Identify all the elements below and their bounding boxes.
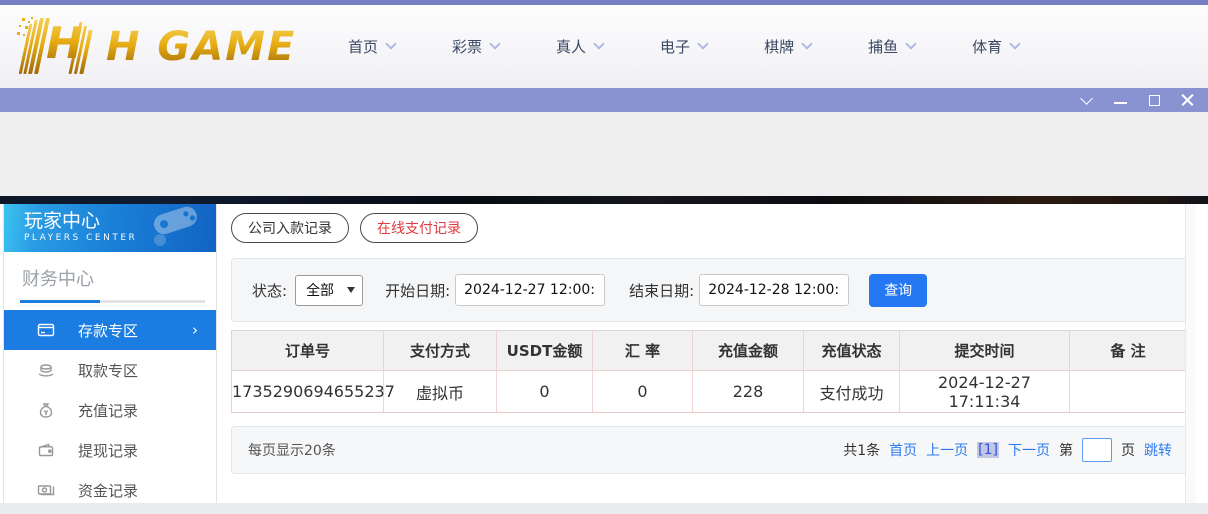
filter-panel: 状态: 全部 开始日期: 结束日期: 查询 [231,258,1189,322]
payment-records-table: 订单号 支付方式 USDT金额 汇 率 充值金额 充值状态 提交时间 备 注 1… [231,330,1187,413]
nav-item-home[interactable]: 首页 [348,36,397,57]
logo-mark: H [16,16,102,78]
chevron-down-icon [801,38,813,50]
site-header: H H GAME 首页 彩票 真人 电子 棋牌 捕鱼 体育 [0,5,1208,88]
scrollbar-track[interactable] [1185,204,1196,503]
col-remark: 备 注 [1069,330,1187,371]
sidebar-item-label: 充值记录 [78,401,139,420]
window-maximize-button[interactable] [1147,93,1161,107]
col-order-number: 订单号 [231,330,384,371]
sidebar-item-label: 资金记录 [78,481,139,500]
chevron-down-icon [905,38,917,50]
deposit-card-icon [37,321,55,339]
first-page-link[interactable]: 首页 [889,440,917,460]
cell-order-number: 1735290694655237 [231,370,395,413]
money-bag-icon [37,401,55,419]
window-minimize-button[interactable] [1113,93,1127,107]
total-count-text: 共1条 [843,443,881,459]
sidebar-item-withdrawal-records[interactable]: 提现记录 [4,430,216,470]
hand-coins-icon [37,361,55,379]
current-page-indicator: [1] [977,442,999,458]
status-select[interactable]: 全部 [295,274,364,306]
sidebar-item-label: 取款专区 [78,361,139,380]
maximize-icon [1148,94,1160,106]
banknotes-icon [37,481,55,499]
chevron-down-icon [1079,91,1093,105]
dark-divider-strip [0,196,1208,204]
cell-payment-method: 虚拟币 [383,370,497,413]
col-submit-time: 提交时间 [899,330,1070,371]
status-select-value: 全部 [306,283,335,299]
prev-page-link[interactable]: 上一页 [926,440,968,460]
nav-item-slots[interactable]: 电子 [660,36,709,57]
cell-submit-time: 2024-12-27 17:11:34 [899,370,1070,413]
nav-item-sports[interactable]: 体育 [972,36,1021,57]
query-button[interactable]: 查询 [869,273,928,307]
sidebar-section-underline [20,300,205,303]
start-date-input[interactable] [455,274,606,306]
nav-item-live[interactable]: 真人 [556,36,605,57]
sidebar-menu: 存款专区 › 取款专区 充值记录 提现记录 资金记录 [4,310,216,510]
chevron-down-icon [385,38,397,50]
players-center-header[interactable]: 玩家中心 PLAYERS CENTER [4,204,216,252]
tab-company-deposit-records[interactable]: 公司入款记录 [231,213,349,243]
table-row: 1735290694655237 虚拟币 0 0 228 支付成功 2024-1… [231,370,1187,413]
sidebar-section-title: 财务中心 [22,269,94,290]
col-payment-method: 支付方式 [383,330,497,371]
chevron-down-icon [593,38,605,50]
content-area: 玩家中心 PLAYERS CENTER 财务中心 存款专区 › 取款专区 充值记… [0,204,1208,503]
site-logo[interactable]: H H GAME [16,12,306,82]
chevron-down-icon [1009,38,1021,50]
sidebar-item-recharge-records[interactable]: 充值记录 [4,390,216,430]
sidebar-item-label: 存款专区 [78,321,139,340]
minimize-icon [1113,102,1127,104]
jump-link[interactable]: 跳转 [1144,440,1172,460]
start-date-label: 开始日期: [385,281,451,300]
chevron-right-icon: › [192,321,198,339]
sidebar-item-label: 提现记录 [78,441,139,460]
main-nav: 首页 彩票 真人 电子 棋牌 捕鱼 体育 [348,36,1021,57]
end-date-input[interactable] [699,274,850,306]
cell-remark [1069,370,1187,413]
chevron-down-icon [697,38,709,50]
main-panel: 公司入款记录 在线支付记录 状态: 全部 开始日期: 结束日期: 查询 [218,204,1196,503]
wallet-icon [37,441,55,459]
gamepad-icon [154,206,197,246]
cell-recharge-amount: 228 [692,370,804,413]
next-page-link[interactable]: 下一页 [1008,440,1050,460]
end-date-label: 结束日期: [629,281,695,300]
logo-h-glyph: H [46,17,83,69]
col-exchange-rate: 汇 率 [592,330,693,371]
pagination-bar: 每页显示20条 共1条 首页 上一页 [1] 下一页 第 页 跳转 [231,426,1189,474]
col-recharge-amount: 充值金额 [692,330,804,371]
status-label: 状态: [252,281,288,300]
chevron-down-icon [489,38,501,50]
chevron-down-icon [347,287,356,293]
page-size-text: 每页显示20条 [248,443,336,459]
window-titlebar [0,88,1208,112]
page-prefix-label: 第 [1059,443,1073,459]
record-tabs: 公司入款记录 在线支付记录 [231,213,478,243]
banner-placeholder [0,112,1208,196]
sidebar-item-withdraw[interactable]: 取款专区 [4,350,216,390]
nav-item-chess[interactable]: 棋牌 [764,36,813,57]
sidebar-item-deposit[interactable]: 存款专区 › [4,310,216,350]
col-recharge-status: 充值状态 [803,330,900,371]
page-jump-input[interactable] [1082,438,1112,462]
nav-item-fishing[interactable]: 捕鱼 [868,36,917,57]
col-usdt-amount: USDT金额 [496,330,593,371]
nav-item-lottery[interactable]: 彩票 [452,36,501,57]
window-close-button[interactable] [1181,93,1195,107]
logo-text: H GAME [106,23,297,70]
pagination-controls: 共1条 首页 上一页 [1] 下一页 第 页 跳转 [843,438,1172,462]
sidebar: 玩家中心 PLAYERS CENTER 财务中心 存款专区 › 取款专区 充值记… [3,204,217,503]
window-collapse-button[interactable] [1079,91,1093,107]
cell-exchange-rate: 0 [592,370,693,413]
tab-online-payment-records[interactable]: 在线支付记录 [360,213,478,243]
table-header-row: 订单号 支付方式 USDT金额 汇 率 充值金额 充值状态 提交时间 备 注 [231,330,1187,371]
page-suffix-label: 页 [1121,443,1135,459]
cell-recharge-status: 支付成功 [803,370,900,413]
bottom-edge-strip [0,503,1208,514]
cell-usdt-amount: 0 [496,370,593,413]
